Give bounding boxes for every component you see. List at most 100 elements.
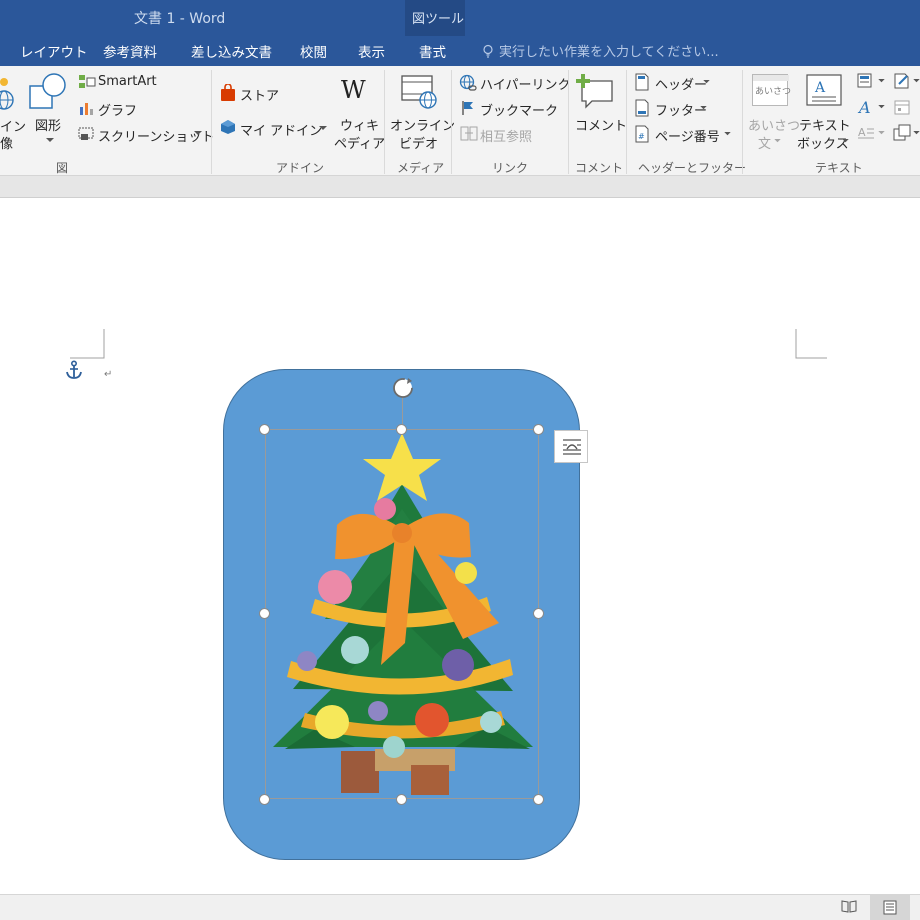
greeting-label-1[interactable]: あいさつ <box>748 115 800 134</box>
paragraph-mark: ↵ <box>104 369 113 380</box>
chart-icon <box>80 103 93 115</box>
hyperlink-icon <box>459 74 477 91</box>
date-time-icon[interactable] <box>893 98 911 116</box>
shapes-icon[interactable] <box>28 72 68 112</box>
online-video-label-1[interactable]: オンライン <box>390 115 455 134</box>
drop-cap-icon[interactable]: A <box>857 124 875 142</box>
resize-handle-right[interactable] <box>533 608 544 619</box>
layout-options-icon <box>563 439 581 455</box>
header-button[interactable]: ヘッダー <box>655 74 707 93</box>
resize-handle-left[interactable] <box>259 608 270 619</box>
group-label-header-footer: ヘッダーとフッター <box>638 161 747 175</box>
bookmark-icon <box>462 101 473 115</box>
textbox-label-2[interactable]: ボックス <box>797 133 849 152</box>
tab-review[interactable]: 校閲 <box>300 41 327 61</box>
chevron-down-icon[interactable] <box>194 131 202 136</box>
anchor-icon[interactable] <box>65 360 83 380</box>
page-number-button[interactable]: ページ番号 <box>655 126 720 145</box>
window-title: 文書 1 - Word <box>134 11 226 27</box>
shapes-button[interactable]: 図形 <box>35 115 61 134</box>
print-layout-icon <box>883 900 897 915</box>
chart-button[interactable]: グラフ <box>98 100 137 119</box>
signature-line-icon[interactable] <box>893 72 911 90</box>
svg-text:#: # <box>638 132 645 141</box>
resize-handle-bottom-right[interactable] <box>533 794 544 805</box>
tab-view[interactable]: 表示 <box>358 41 385 61</box>
group-label-comments: コメント <box>575 161 624 175</box>
group-label-text: テキスト <box>815 161 863 175</box>
svg-text:A: A <box>858 126 866 139</box>
group-separator <box>568 70 569 174</box>
new-comment-button[interactable]: コメント <box>575 115 627 134</box>
online-video-icon <box>401 75 437 109</box>
group-separator <box>384 70 385 174</box>
tell-me-placeholder: 実行したい作業を入力してください... <box>499 45 719 60</box>
resize-handle-top-left[interactable] <box>259 424 270 435</box>
svg-text:A: A <box>814 80 826 96</box>
group-label-illustrations: 図 <box>56 161 69 175</box>
chevron-down-icon[interactable] <box>703 80 710 84</box>
new-comment-icon <box>576 74 613 109</box>
store-icon <box>221 84 235 101</box>
smartart-button[interactable]: SmartArt <box>98 74 157 89</box>
group-separator <box>211 70 212 174</box>
my-addins-icon <box>221 120 235 134</box>
online-picture-label-2[interactable]: 像 <box>0 133 13 152</box>
picture-tools-label: 図ツール <box>412 12 465 27</box>
resize-handle-bottom-left[interactable] <box>259 794 270 805</box>
my-addins-button[interactable]: マイ アドイン <box>240 120 322 139</box>
wikipedia-icon: W <box>341 76 366 104</box>
tab-format[interactable]: 書式 <box>419 41 446 61</box>
read-mode-icon[interactable] <box>841 899 857 913</box>
chevron-down-icon[interactable] <box>913 131 920 135</box>
chevron-down-icon[interactable] <box>878 105 885 109</box>
tab-layout[interactable]: レイアウト <box>20 41 88 61</box>
store-button[interactable]: ストア <box>240 85 279 104</box>
object-icon[interactable] <box>893 124 911 142</box>
chevron-down-icon[interactable] <box>878 131 885 135</box>
group-label-media: メディア <box>397 161 445 175</box>
resize-handle-bottom[interactable] <box>396 794 407 805</box>
online-video-label-2[interactable]: ビデオ <box>399 133 438 152</box>
chevron-down-icon[interactable] <box>878 79 885 83</box>
group-label-links: リンク <box>492 161 529 175</box>
chevron-down-icon[interactable] <box>319 126 327 131</box>
wordart-icon[interactable]: A <box>857 98 875 116</box>
greeting-icon-text: あいさつ <box>755 87 792 97</box>
resize-handle-top[interactable] <box>396 424 407 435</box>
selection-frame <box>265 429 539 799</box>
tab-references[interactable]: 参考資料 <box>103 41 157 61</box>
chevron-down-icon[interactable] <box>774 139 781 143</box>
wikipedia-label-2[interactable]: ペディア <box>334 133 385 152</box>
smartart-icon <box>79 75 96 88</box>
chevron-down-icon[interactable] <box>842 139 849 143</box>
group-separator <box>626 70 627 174</box>
chevron-down-icon[interactable] <box>46 138 54 143</box>
group-separator <box>451 70 452 174</box>
bookmark-button[interactable]: ブックマーク <box>480 100 558 119</box>
tell-me-search[interactable]: 実行したい作業を入力してください... <box>481 41 719 60</box>
tab-mailings[interactable]: 差し込み文書 <box>191 41 272 61</box>
textbox-label-1[interactable]: テキスト <box>799 115 851 134</box>
print-layout-view-button[interactable] <box>870 895 910 920</box>
cross-reference-button[interactable]: 相互参照 <box>480 126 532 145</box>
layout-options-button[interactable] <box>554 430 588 463</box>
hyperlink-button[interactable]: ハイパーリンク <box>480 74 570 93</box>
chevron-down-icon[interactable] <box>724 132 731 136</box>
screenshot-icon <box>78 127 94 140</box>
word-window: 文書 1 - Word 図ツール レイアウト 参考資料 差し込み文書 校閲 表示… <box>0 0 920 920</box>
resize-handle-top-right[interactable] <box>533 424 544 435</box>
page-number-icon: # <box>635 125 649 143</box>
footer-icon <box>635 99 649 117</box>
chevron-down-icon[interactable] <box>913 79 920 83</box>
wikipedia-label-1[interactable]: ウィキ <box>340 115 379 134</box>
status-bar <box>0 894 920 920</box>
greeting-label-2[interactable]: 文 <box>758 133 771 152</box>
header-icon <box>635 73 649 91</box>
chevron-down-icon[interactable] <box>700 106 707 110</box>
quick-parts-icon[interactable] <box>857 73 873 89</box>
group-label-addins: アドイン <box>276 161 325 175</box>
lightbulb-icon <box>483 44 493 58</box>
rotate-handle-icon[interactable] <box>390 375 416 401</box>
cross-reference-icon <box>460 126 478 141</box>
